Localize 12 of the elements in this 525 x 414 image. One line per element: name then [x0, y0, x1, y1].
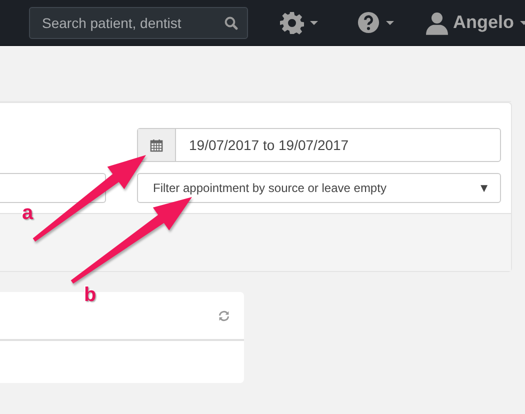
annotation-label: b	[84, 284, 96, 307]
user-menu-button[interactable]: Angelo	[426, 6, 525, 38]
annotation-label: a	[22, 202, 34, 225]
search-icon[interactable]	[224, 16, 238, 30]
user-icon[interactable]	[426, 10, 448, 34]
calendar-icon[interactable]	[150, 138, 163, 152]
help-icon[interactable]	[357, 11, 380, 34]
settings-icon[interactable]	[280, 10, 304, 34]
date-range-field[interactable]: 19/07/2017 to 19/07/2017	[137, 128, 501, 162]
source-select[interactable]: Filter appointment by source or leave empty ▼	[137, 173, 501, 203]
refresh-icon[interactable]	[218, 310, 230, 322]
search-field[interactable]: Search patient, dentist	[29, 6, 248, 38]
